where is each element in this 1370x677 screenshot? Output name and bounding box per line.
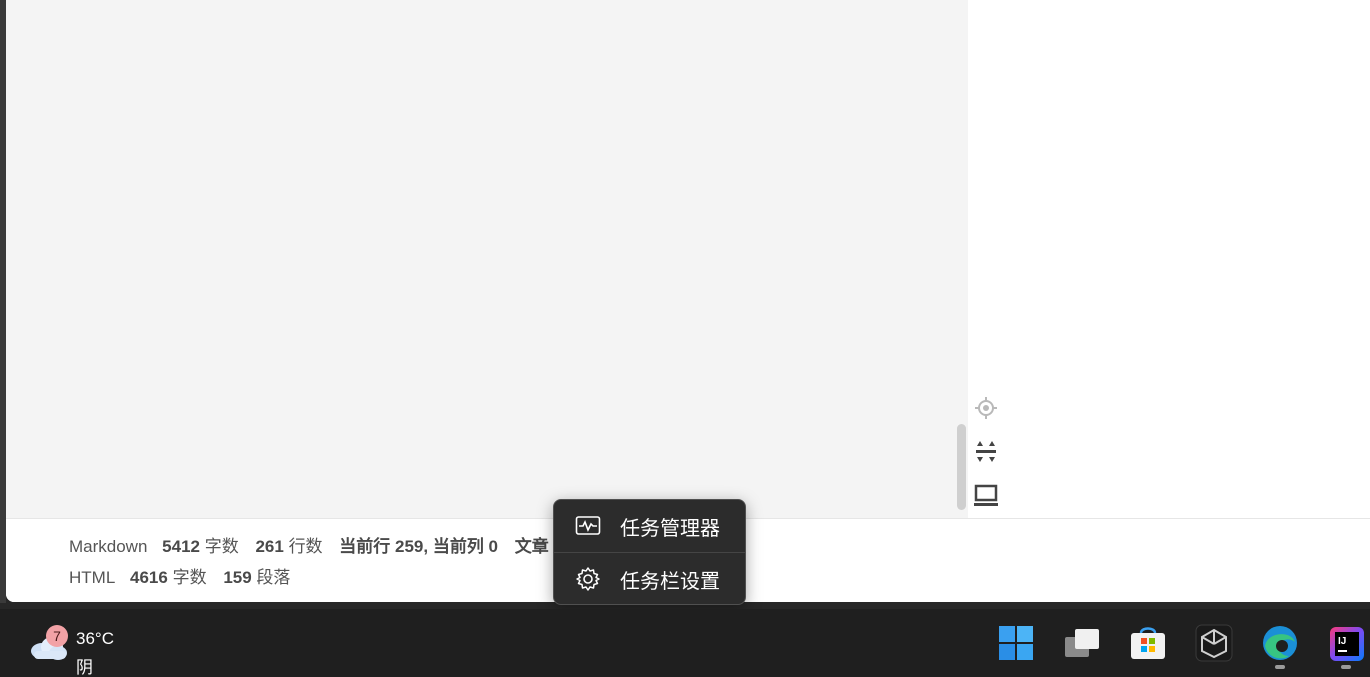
editor-scrollbar-thumb[interactable] (957, 424, 966, 510)
html-preview-pane[interactable] (968, 0, 1370, 518)
gear-icon (574, 565, 602, 593)
html-stats-row: HTML 4616 字数 159 段落 (69, 563, 290, 588)
paragraph-count-unit: 段落 (256, 568, 291, 587)
markdown-stats-row: Markdown 5412 字数 261 行数 当前行 259, 当前列 0 文… (69, 532, 549, 557)
svg-text:IJ: IJ (1338, 636, 1346, 647)
weather-condition: 阴 (76, 658, 93, 677)
cursor-position: 当前行 259, 当前列 0 (339, 537, 499, 556)
running-indicator (1275, 665, 1285, 669)
line-count: 261 (255, 537, 284, 556)
menu-item-label: 任务栏设置 (620, 570, 720, 593)
menu-item-task-manager[interactable]: 任务管理器 (554, 500, 745, 553)
microsoft-store-icon[interactable] (1126, 621, 1170, 665)
laptop-preview-icon[interactable] (972, 482, 1000, 510)
paragraph-count: 159 (223, 568, 252, 587)
edge-browser-icon[interactable] (1258, 621, 1302, 669)
running-indicator (1341, 665, 1351, 669)
html-char-count: 4616 (130, 568, 168, 587)
menu-item-taskbar-settings[interactable]: 任务栏设置 (554, 553, 745, 604)
weather-temperature: 36°C (76, 629, 114, 648)
sync-scroll-icon[interactable] (972, 438, 1000, 466)
windows-taskbar: 7 36°C 阴 IJ (0, 609, 1370, 677)
task-view-icon[interactable] (1060, 621, 1104, 665)
markdown-editor-pane[interactable] (6, 0, 968, 518)
html-char-count-unit: 字数 (172, 568, 207, 587)
task-manager-icon (574, 512, 602, 540)
taskbar-context-menu: 任务管理器 任务栏设置 (553, 499, 746, 605)
line-count-unit: 行数 (288, 537, 323, 556)
html-label: HTML (69, 568, 116, 587)
screen: Markdown 5412 字数 261 行数 当前行 259, 当前列 0 文… (0, 0, 1370, 677)
weather-widget[interactable]: 7 36°C 阴 (26, 617, 136, 677)
menu-item-label: 任务管理器 (620, 517, 720, 540)
intellij-idea-icon[interactable]: IJ (1324, 621, 1368, 669)
char-count-unit: 字数 (204, 537, 239, 556)
unity-hub-icon[interactable] (1192, 621, 1236, 665)
markdown-label: Markdown (69, 537, 148, 556)
weather-alert-badge: 7 (46, 625, 68, 647)
markdown-char-count: 5412 (162, 537, 200, 556)
article-stats-truncated: 文章 (514, 537, 549, 556)
windows-start-icon[interactable] (994, 621, 1038, 665)
locate-crosshair-icon[interactable] (972, 394, 1000, 422)
